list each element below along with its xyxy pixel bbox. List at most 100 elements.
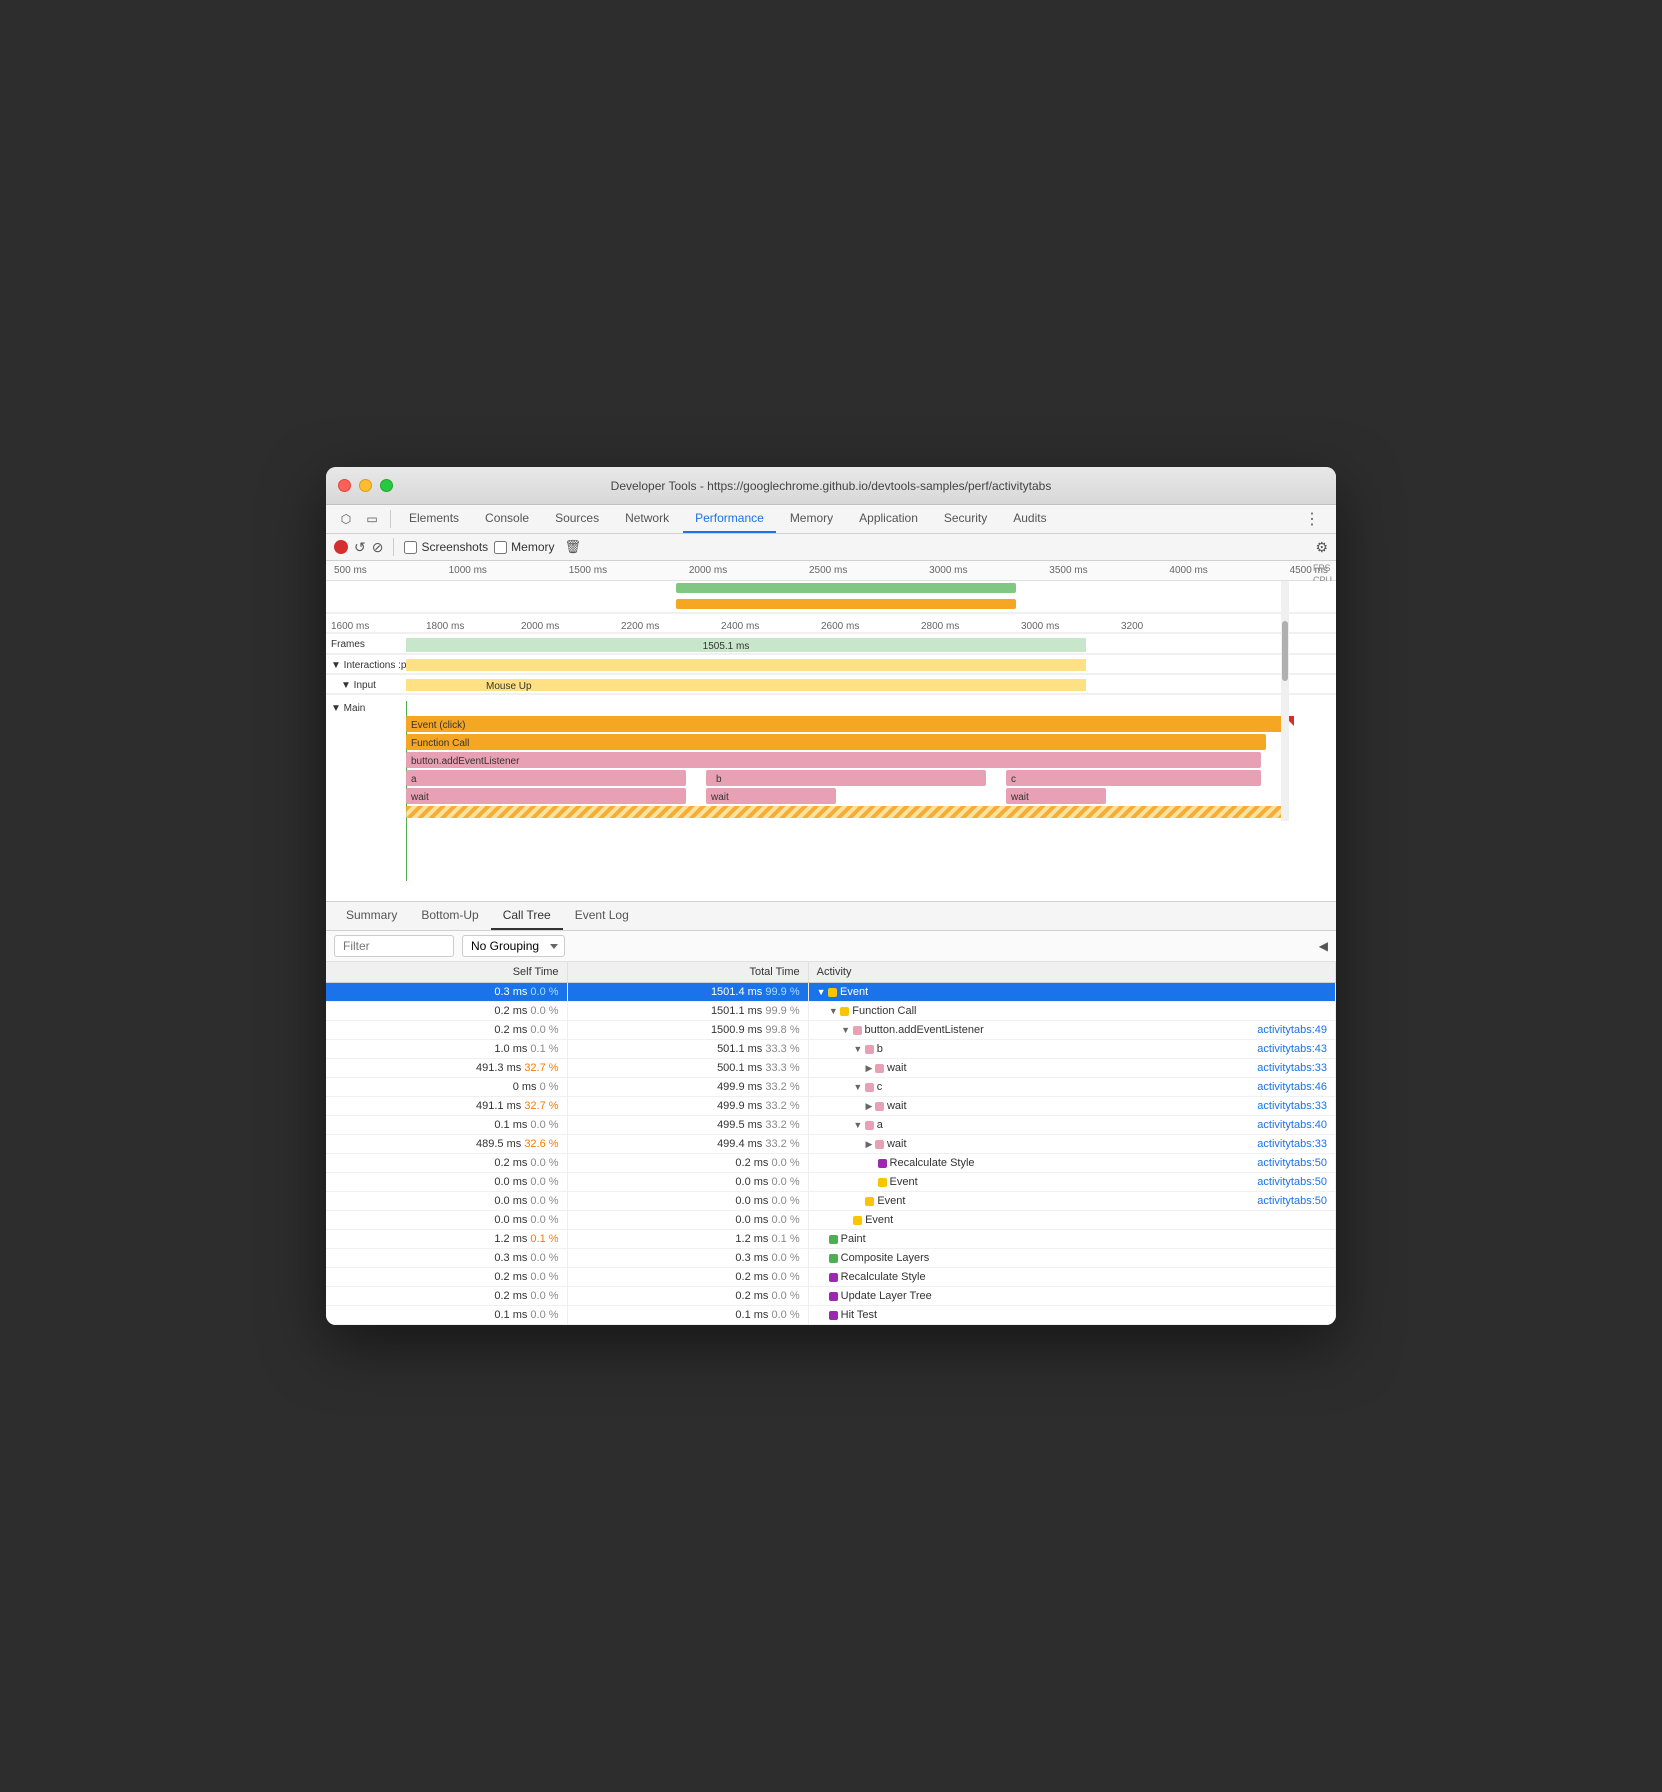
tab-network[interactable]: Network	[613, 505, 681, 533]
source-link[interactable]: activitytabs:50	[1257, 1176, 1327, 1188]
activity-name: Function Call	[852, 1005, 916, 1017]
more-options-icon[interactable]: ⋮	[1296, 509, 1328, 529]
table-row[interactable]: 0.3 ms 0.0 %0.3 ms 0.0 %Composite Layers	[326, 1249, 1336, 1268]
tab-application[interactable]: Application	[847, 505, 930, 533]
tab-elements[interactable]: Elements	[397, 505, 471, 533]
self-time-value: 491.3 ms	[476, 1062, 521, 1074]
cursor-tool-icon[interactable]: ⬡	[334, 507, 358, 531]
source-link[interactable]: activitytabs:49	[1257, 1024, 1327, 1036]
timeline-area: 500 ms 1000 ms 1500 ms 2000 ms 2500 ms 3…	[326, 561, 1336, 902]
total-time-value: 0.0 ms	[735, 1214, 768, 1226]
tab-console[interactable]: Console	[473, 505, 541, 533]
tree-arrow[interactable]: ▶	[866, 1101, 875, 1111]
screenshots-checkbox-label[interactable]: Screenshots	[404, 540, 488, 554]
tree-arrow[interactable]: ▶	[866, 1063, 875, 1073]
total-pct-value: 0.0 %	[771, 1157, 799, 1169]
tab-sources[interactable]: Sources	[543, 505, 611, 533]
tab-event-log[interactable]: Event Log	[563, 902, 641, 930]
self-time-value: 1.2 ms	[494, 1233, 527, 1245]
tab-summary[interactable]: Summary	[334, 902, 409, 930]
self-time-value: 0.2 ms	[494, 1005, 527, 1017]
activity-color-dot	[828, 988, 837, 997]
table-row[interactable]: 0.2 ms 0.0 %0.2 ms 0.0 % Recalculate Sty…	[326, 1154, 1336, 1173]
self-pct-value: 0.0 %	[530, 1214, 558, 1226]
memory-checkbox[interactable]	[494, 541, 507, 554]
minimize-button[interactable]	[359, 479, 372, 492]
settings-icon[interactable]: ⚙	[1315, 539, 1328, 556]
tab-performance[interactable]: Performance	[683, 505, 776, 533]
source-link[interactable]: activitytabs:50	[1257, 1157, 1327, 1169]
stop-button[interactable]: ⊘	[372, 539, 384, 556]
table-row[interactable]: 0.2 ms 0.0 %1501.1 ms 99.9 % ▼ Function …	[326, 1002, 1336, 1021]
table-row[interactable]: 1.2 ms 0.1 %1.2 ms 0.1 %Paint	[326, 1230, 1336, 1249]
table-row[interactable]: 0 ms 0 %499.9 ms 33.2 % ▼ cactivitytabs:…	[326, 1078, 1336, 1097]
self-pct-value: 0.0 %	[530, 1252, 558, 1264]
activity-color-dot	[878, 1178, 887, 1187]
source-link[interactable]: activitytabs:33	[1257, 1138, 1327, 1150]
tick-3500: 3500 ms	[1049, 565, 1087, 576]
table-row[interactable]: 0.0 ms 0.0 %0.0 ms 0.0 % Eventactivityta…	[326, 1173, 1336, 1192]
record-button[interactable]	[334, 540, 348, 554]
tick-500: 500 ms	[334, 565, 367, 576]
tree-arrow[interactable]: ▼	[829, 1006, 840, 1016]
collapse-icon[interactable]: ◀	[1319, 939, 1328, 953]
activity-color-dot	[853, 1026, 862, 1035]
tab-call-tree[interactable]: Call Tree	[491, 902, 563, 930]
tab-bottom-up[interactable]: Bottom-Up	[409, 902, 490, 930]
flame-chart[interactable]: 1600 ms 1800 ms 2000 ms 2200 ms 2400 ms …	[326, 581, 1336, 901]
data-table-container[interactable]: Self Time Total Time Activity 0.3 ms 0.0…	[326, 962, 1336, 1325]
table-row[interactable]: 0.2 ms 0.0 %1500.9 ms 99.8 % ▼ button.ad…	[326, 1021, 1336, 1040]
reload-button[interactable]: ↺	[354, 539, 366, 556]
source-link[interactable]: activitytabs:40	[1257, 1119, 1327, 1131]
svg-text:a: a	[411, 774, 417, 785]
device-toolbar-icon[interactable]: ▭	[360, 507, 384, 531]
table-row[interactable]: 491.3 ms 32.7 %500.1 ms 33.3 % ▶ waitact…	[326, 1059, 1336, 1078]
memory-checkbox-label[interactable]: Memory	[494, 540, 554, 554]
tab-security[interactable]: Security	[932, 505, 999, 533]
screenshots-checkbox[interactable]	[404, 541, 417, 554]
tree-arrow[interactable]: ▼	[841, 1025, 852, 1035]
table-row[interactable]: 0.2 ms 0.0 %0.2 ms 0.0 %Update Layer Tre…	[326, 1287, 1336, 1306]
tree-arrow[interactable]: ▼	[853, 1082, 864, 1092]
filter-input[interactable]	[334, 935, 454, 957]
self-time-value: 0.2 ms	[494, 1157, 527, 1169]
grouping-select[interactable]: No Grouping	[462, 935, 565, 957]
table-row[interactable]: 1.0 ms 0.1 %501.1 ms 33.3 % ▼ bactivityt…	[326, 1040, 1336, 1059]
table-row[interactable]: 0.2 ms 0.0 %0.2 ms 0.0 %Recalculate Styl…	[326, 1268, 1336, 1287]
activity-name: button.addEventListener	[865, 1024, 984, 1036]
tree-arrow[interactable]: ▶	[866, 1139, 875, 1149]
close-button[interactable]	[338, 479, 351, 492]
source-link[interactable]: activitytabs:33	[1257, 1100, 1327, 1112]
svg-text:1505.1 ms: 1505.1 ms	[703, 641, 750, 652]
total-pct-value: 33.2 %	[765, 1100, 799, 1112]
activity-color-dot	[829, 1235, 838, 1244]
table-row[interactable]: 0.1 ms 0.0 %499.5 ms 33.2 % ▼ aactivityt…	[326, 1116, 1336, 1135]
self-pct-value: 32.7 %	[524, 1100, 558, 1112]
table-row[interactable]: 0.1 ms 0.0 %0.1 ms 0.0 %Hit Test	[326, 1306, 1336, 1325]
table-row[interactable]: 0.0 ms 0.0 %0.0 ms 0.0 % Event	[326, 1211, 1336, 1230]
self-time-value: 0.1 ms	[494, 1309, 527, 1321]
activity-color-dot	[829, 1273, 838, 1282]
table-row[interactable]: 0.0 ms 0.0 %0.0 ms 0.0 % Eventactivityta…	[326, 1192, 1336, 1211]
table-row[interactable]: 489.5 ms 32.6 %499.4 ms 33.2 % ▶ waitact…	[326, 1135, 1336, 1154]
self-pct-value: 0.0 %	[530, 1195, 558, 1207]
call-tree-table: Self Time Total Time Activity 0.3 ms 0.0…	[326, 962, 1336, 1325]
source-link[interactable]: activitytabs:33	[1257, 1062, 1327, 1074]
self-pct-value: 0.0 %	[530, 1271, 558, 1283]
tab-memory[interactable]: Memory	[778, 505, 845, 533]
maximize-button[interactable]	[380, 479, 393, 492]
self-pct-value: 0.0 %	[530, 1005, 558, 1017]
table-row[interactable]: 491.1 ms 32.7 %499.9 ms 33.2 % ▶ waitact…	[326, 1097, 1336, 1116]
tab-audits[interactable]: Audits	[1001, 505, 1058, 533]
tree-arrow[interactable]: ▼	[817, 987, 828, 997]
source-link[interactable]: activitytabs:46	[1257, 1081, 1327, 1093]
clear-button[interactable]: 🗑	[565, 539, 582, 555]
tree-arrow[interactable]: ▼	[853, 1044, 864, 1054]
source-link[interactable]: activitytabs:50	[1257, 1195, 1327, 1207]
toolbar-sep	[393, 538, 394, 556]
svg-text:▼ Main: ▼ Main	[331, 703, 365, 714]
self-time-value: 0.0 ms	[494, 1195, 527, 1207]
table-row[interactable]: 0.3 ms 0.0 %1501.4 ms 99.9 %▼ Event	[326, 983, 1336, 1002]
source-link[interactable]: activitytabs:43	[1257, 1043, 1327, 1055]
tree-arrow[interactable]: ▼	[853, 1120, 864, 1130]
